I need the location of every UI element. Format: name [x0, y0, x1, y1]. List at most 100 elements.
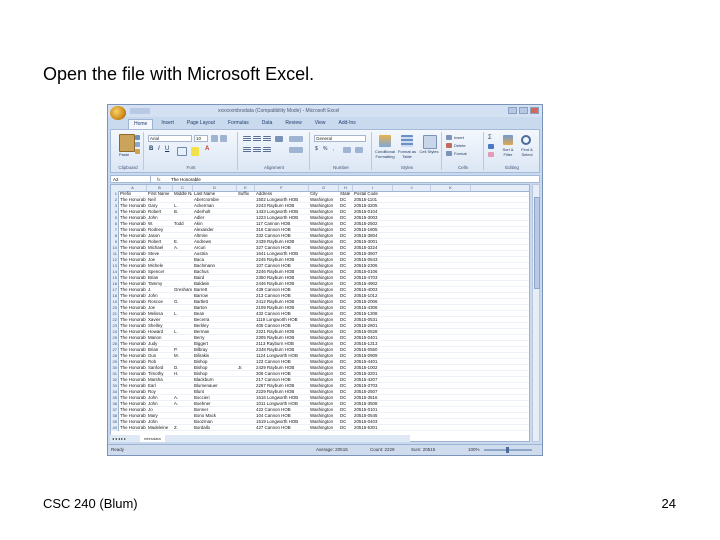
cell[interactable]: Z.: [174, 425, 192, 431]
align-left-icon[interactable]: [243, 147, 251, 153]
excel-screenshot: xxxxxxmbrsdata (Compatibility Mode) - Mi…: [107, 104, 543, 456]
middle-align-icon[interactable]: [253, 136, 261, 142]
italic-icon[interactable]: I: [158, 146, 160, 152]
insert-label: Insert: [454, 135, 465, 140]
find-select-icon[interactable]: [521, 135, 531, 145]
currency-icon[interactable]: $: [315, 146, 318, 152]
fill-icon[interactable]: [488, 144, 494, 149]
footer-course: CSC 240 (Blum): [43, 496, 138, 511]
worksheet-grid[interactable]: ABCDEFGHIJK 1PrefixFirst NameMiddle Name…: [110, 184, 530, 442]
group-font: Arial 10 B I U A Font: [145, 132, 238, 170]
scrollbar-thumb[interactable]: [534, 197, 540, 289]
group-number: General $ % , Number: [311, 132, 372, 170]
copy-icon[interactable]: [135, 142, 140, 147]
formula-bar: A2 fx The Honorable: [110, 175, 540, 183]
format-as-table-icon[interactable]: [401, 135, 413, 147]
sort-filter-icon[interactable]: [503, 135, 513, 145]
number-format-box[interactable]: General: [314, 135, 366, 142]
sheet-tab[interactable]: mbrsdata: [140, 435, 165, 442]
top-align-icon[interactable]: [243, 136, 251, 142]
cell[interactable]: 20515-5301: [354, 425, 392, 431]
orientation-icon[interactable]: [275, 136, 283, 142]
cell[interactable]: Madeleine: [148, 425, 172, 431]
cell[interactable]: Bordallo: [194, 425, 236, 431]
format-cells-icon[interactable]: [446, 151, 452, 156]
tab-home[interactable]: Home: [128, 119, 154, 129]
group-label-editing: Editing: [505, 165, 519, 170]
quick-access-toolbar[interactable]: [130, 108, 150, 114]
row-number[interactable]: 40: [111, 425, 119, 431]
cut-icon[interactable]: [135, 135, 140, 140]
paste-icon[interactable]: [119, 134, 135, 152]
cell[interactable]: Washington: [310, 425, 338, 431]
group-cells: Insert Delete Format Cells: [443, 132, 484, 170]
clear-icon[interactable]: [488, 152, 494, 157]
align-center-icon[interactable]: [253, 147, 261, 153]
paste-label: Paste: [119, 152, 130, 157]
formula-input[interactable]: The Honorable: [171, 176, 201, 183]
delete-label: Delete: [454, 143, 466, 148]
vertical-scrollbar[interactable]: [532, 184, 540, 442]
cell[interactable]: 427 Cannon HOB: [256, 425, 308, 431]
group-label-clipboard: Clipboard: [118, 165, 138, 170]
status-zoom[interactable]: 100%: [468, 447, 480, 452]
tab-review[interactable]: Review: [280, 119, 306, 129]
insert-cells-icon[interactable]: [446, 135, 452, 140]
shrink-font-icon[interactable]: [220, 135, 227, 142]
conditional-formatting-icon[interactable]: [379, 135, 391, 147]
group-label-number: Number: [332, 165, 349, 170]
decrease-decimal-icon[interactable]: [355, 147, 363, 153]
underline-icon[interactable]: U: [165, 146, 169, 152]
align-right-icon[interactable]: [263, 147, 271, 153]
delete-cells-icon[interactable]: [446, 143, 452, 148]
grow-font-icon[interactable]: [211, 135, 218, 142]
minimize-icon[interactable]: [508, 107, 517, 114]
conditional-formatting-label: Conditional Formatting: [374, 149, 395, 159]
font-color-icon[interactable]: A: [205, 146, 209, 152]
tab-view[interactable]: View: [310, 119, 331, 129]
maximize-icon[interactable]: [519, 107, 528, 114]
font-size-box[interactable]: 10: [194, 135, 208, 142]
format-as-table-label: Format as Table: [397, 149, 416, 159]
sheet-nav-arrows-icon[interactable]: ◂◂◂▸▸: [112, 435, 127, 442]
group-label-font: Font: [186, 165, 196, 170]
window-controls: [508, 107, 539, 114]
wrap-text-icon[interactable]: [289, 136, 303, 142]
tab-insert[interactable]: Insert: [156, 119, 179, 129]
tab-data[interactable]: Data: [257, 119, 278, 129]
percent-icon[interactable]: %: [323, 146, 327, 152]
status-ready: Ready: [111, 447, 125, 452]
group-label-cells: Cells: [457, 165, 468, 170]
find-select-label: Find & Select: [521, 147, 533, 157]
format-painter-icon[interactable]: [135, 149, 140, 154]
group-clipboard: Paste Clipboard: [113, 132, 144, 170]
close-icon[interactable]: [530, 107, 539, 114]
office-button-icon[interactable]: [110, 106, 126, 120]
increase-decimal-icon[interactable]: [343, 147, 351, 153]
cell-styles-icon[interactable]: [423, 135, 437, 149]
cell[interactable]: DC: [340, 425, 352, 431]
zoom-slider-knob[interactable]: [506, 447, 509, 453]
bottom-align-icon[interactable]: [263, 136, 271, 142]
name-box[interactable]: A2: [111, 176, 151, 182]
merge-center-icon[interactable]: [289, 147, 303, 153]
group-label-styles: Styles: [400, 165, 414, 170]
bold-icon[interactable]: B: [149, 146, 153, 152]
status-sum: Sum: 20515: [411, 447, 436, 452]
tab-page-layout[interactable]: Page Layout: [182, 119, 220, 129]
sheet-tabs-bar: ◂◂◂▸▸ mbrsdata: [110, 435, 410, 442]
group-alignment: Alignment: [239, 132, 310, 170]
tab-add-ins[interactable]: Add-Ins: [334, 119, 361, 129]
comma-icon[interactable]: ,: [333, 146, 334, 152]
fill-color-icon[interactable]: [191, 147, 199, 156]
cell[interactable]: The Honorable: [120, 425, 146, 431]
fx-icon[interactable]: fx: [157, 176, 161, 183]
excel-titlebar: xxxxxxmbrsdata (Compatibility Mode) - Mi…: [108, 105, 542, 120]
table-row[interactable]: 40The HonorableMadeleineZ.Bordallo 427 Ca…: [111, 425, 529, 431]
group-editing: Σ Sort & Filter Find & Select Editing: [485, 132, 539, 170]
borders-icon[interactable]: [177, 147, 187, 156]
cell-styles-label: Cell Styles: [419, 149, 439, 154]
autosum-icon[interactable]: Σ: [488, 135, 492, 141]
tab-formulas[interactable]: Formulas: [223, 119, 254, 129]
font-name-box[interactable]: Arial: [148, 135, 192, 142]
